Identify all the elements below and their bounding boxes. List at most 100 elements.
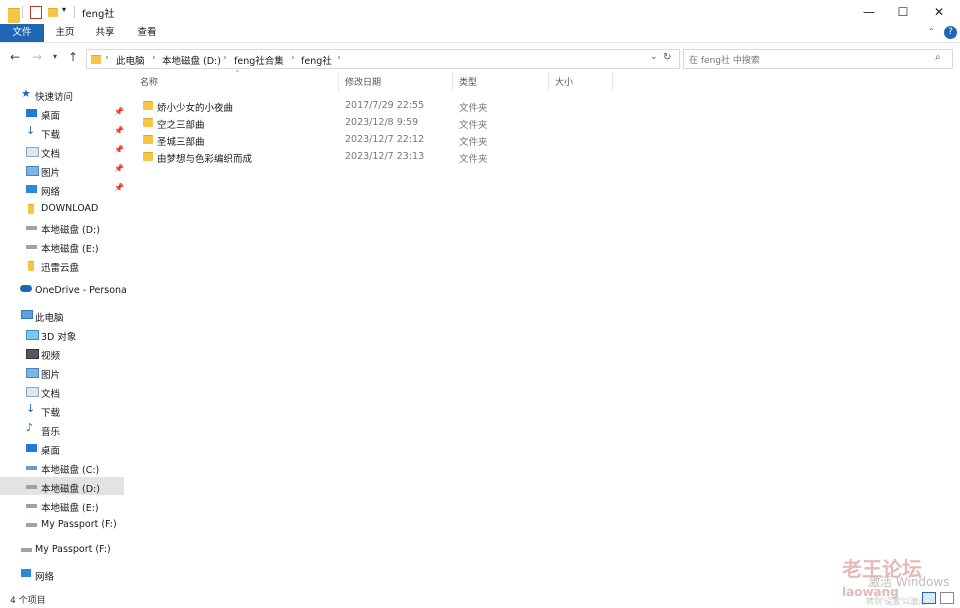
address-row: ← → ▾ ↑ › 此电脑 › 本地磁盘 (D:) › feng社合集 › fe… [0, 46, 960, 70]
pin-icon[interactable]: 📌 [114, 164, 124, 173]
folder-icon [143, 135, 153, 144]
file-row[interactable]: 娇小少女的小夜曲 2017/7/29 22:55 文件夹 [138, 97, 658, 114]
window-title: feng社 [82, 9, 115, 20]
breadcrumb-this-pc[interactable]: 此电脑 [116, 53, 145, 67]
nav-item-music[interactable]: ♪ 音乐 [0, 420, 124, 438]
nav-label: 桌面 [41, 446, 61, 457]
nav-item-pc-drive-e[interactable]: 本地磁盘 (E:) [0, 496, 124, 514]
file-row[interactable]: 空之三部曲 2023/12/8 9:59 文件夹 [138, 114, 658, 131]
network-icon [21, 569, 31, 577]
nav-item-passport-f[interactable]: My Passport (F:) [0, 515, 124, 533]
nav-label: OneDrive - Persona [35, 285, 127, 296]
forward-arrow-icon[interactable]: → [30, 50, 44, 64]
file-type: 文件夹 [459, 120, 488, 131]
drive-icon [26, 485, 37, 489]
nav-item-pc-downloads[interactable]: ↓ 下载 [0, 401, 124, 419]
breadcrumb-feng-collection[interactable]: feng社合集 [234, 53, 284, 67]
nav-item-pc-desktop[interactable]: 桌面 [0, 439, 124, 457]
properties-icon[interactable] [30, 6, 42, 19]
nav-item-drive-d-selected[interactable]: 本地磁盘 (D:) [0, 477, 124, 495]
pin-icon[interactable]: 📌 [114, 145, 124, 154]
maximize-button[interactable]: ☐ [886, 0, 920, 24]
nav-item-drive-c[interactable]: 本地磁盘 (C:) [0, 458, 124, 476]
column-divider[interactable] [612, 72, 613, 92]
folder-icon [143, 118, 153, 127]
new-folder-icon[interactable] [48, 8, 58, 17]
column-header-date[interactable]: 修改日期 [345, 75, 381, 89]
address-dropdown-icon[interactable]: ⌄ [650, 52, 658, 62]
nav-label: My Passport (F:) [41, 519, 117, 530]
nav-this-pc[interactable]: 此电脑 [0, 306, 124, 324]
tab-file[interactable]: 文件 [0, 24, 44, 42]
nav-item-downloads[interactable]: ↓ 下载 📌 [0, 123, 124, 141]
chevron-right-icon[interactable]: › [291, 53, 295, 63]
file-name: 空之三部曲 [157, 120, 205, 131]
nav-item-pc-documents[interactable]: 文档 [0, 382, 124, 400]
nav-label: 本地磁盘 (C:) [41, 465, 100, 476]
search-box[interactable]: 在 feng社 中搜索 ⌕ [683, 49, 953, 69]
tab-view[interactable]: 查看 [132, 24, 162, 42]
back-arrow-icon[interactable]: ← [8, 50, 22, 64]
file-row[interactable]: 由梦想与色彩编织而成 2023/12/7 23:13 文件夹 [138, 148, 658, 165]
folder-icon [28, 261, 34, 271]
column-divider[interactable] [338, 72, 339, 92]
collapse-ribbon-icon[interactable]: ⌃ [928, 27, 935, 36]
nav-network[interactable]: 网络 [0, 565, 124, 583]
cube-icon [26, 330, 39, 340]
address-bar[interactable]: › 此电脑 › 本地磁盘 (D:) › feng社合集 › feng社 › ⌄ … [86, 49, 680, 69]
pin-icon[interactable]: 📌 [114, 183, 124, 192]
chevron-right-icon[interactable]: › [223, 53, 227, 63]
nav-label: 迅雷云盘 [41, 263, 80, 274]
large-icons-view-icon[interactable] [940, 592, 954, 604]
chevron-right-icon[interactable]: › [337, 53, 341, 63]
nav-item-desktop[interactable]: 桌面 📌 [0, 104, 124, 122]
nav-label: 本地磁盘 (D:) [41, 484, 100, 495]
nav-label: 文档 [41, 389, 61, 400]
column-header-size[interactable]: 大小 [555, 75, 573, 89]
pin-icon[interactable]: 📌 [114, 107, 124, 116]
ribbon-tabs: 文件 主页 共享 查看 ⌃ ? [0, 24, 960, 43]
nav-quick-access[interactable]: ★ 快速访问 [0, 85, 124, 103]
recent-dropdown-icon[interactable]: ▾ [48, 52, 62, 61]
nav-item-download-folder[interactable]: DOWNLOAD [0, 199, 124, 217]
divider [74, 6, 75, 18]
up-arrow-icon[interactable]: ↑ [66, 50, 80, 64]
nav-onedrive[interactable]: OneDrive - Persona [0, 281, 128, 299]
folder-icon [143, 101, 153, 110]
nav-label: 文档 [41, 149, 61, 160]
pin-icon[interactable]: 📌 [114, 126, 124, 135]
nav-item-3d-objects[interactable]: 3D 对象 [0, 325, 124, 343]
nav-item-thunder-cloud[interactable]: 迅雷云盘 [0, 256, 124, 274]
breadcrumb-drive-d[interactable]: 本地磁盘 (D:) [162, 53, 221, 67]
minimize-button[interactable]: — [852, 0, 886, 24]
file-date: 2023/12/7 23:13 [345, 151, 425, 162]
nav-item-drive-d[interactable]: 本地磁盘 (D:) [0, 218, 124, 236]
nav-item-videos[interactable]: 视频 [0, 344, 124, 362]
close-button[interactable]: ✕ [922, 0, 956, 24]
nav-item-network[interactable]: 网络 📌 [0, 180, 124, 198]
nav-label: 桌面 [41, 111, 61, 122]
navigation-pane: ★ 快速访问 桌面 📌 ↓ 下载 📌 文档 📌 图片 📌 网络 📌 DOWNLO… [0, 84, 128, 589]
breadcrumb-feng[interactable]: feng社 [301, 53, 332, 67]
tab-home[interactable]: 主页 [50, 24, 80, 42]
column-header-name[interactable]: 名称 [140, 75, 158, 89]
nav-item-documents[interactable]: 文档 📌 [0, 142, 124, 160]
column-divider[interactable] [548, 72, 549, 92]
nav-item-pictures[interactable]: 图片 📌 [0, 161, 124, 179]
column-header-type[interactable]: 类型 [459, 75, 477, 89]
system-drive-icon [26, 466, 37, 470]
column-divider[interactable] [452, 72, 453, 92]
chevron-right-icon[interactable]: › [105, 53, 109, 63]
chevron-right-icon[interactable]: › [152, 53, 156, 63]
file-row[interactable]: 圣城三部曲 2023/12/7 22:12 文件夹 [138, 131, 658, 148]
refresh-icon[interactable]: ↻ [663, 52, 671, 63]
search-input[interactable]: 在 feng社 中搜索 [689, 53, 760, 66]
nav-passport[interactable]: My Passport (F:) [0, 540, 124, 558]
tab-share[interactable]: 共享 [90, 24, 120, 42]
help-icon[interactable]: ? [944, 26, 957, 39]
nav-item-drive-e[interactable]: 本地磁盘 (E:) [0, 237, 124, 255]
quick-access-dropdown-icon[interactable]: ▾ [62, 5, 66, 14]
details-view-icon[interactable] [922, 592, 936, 604]
nav-item-pc-pictures[interactable]: 图片 [0, 363, 124, 381]
nav-label: 此电脑 [35, 313, 64, 324]
